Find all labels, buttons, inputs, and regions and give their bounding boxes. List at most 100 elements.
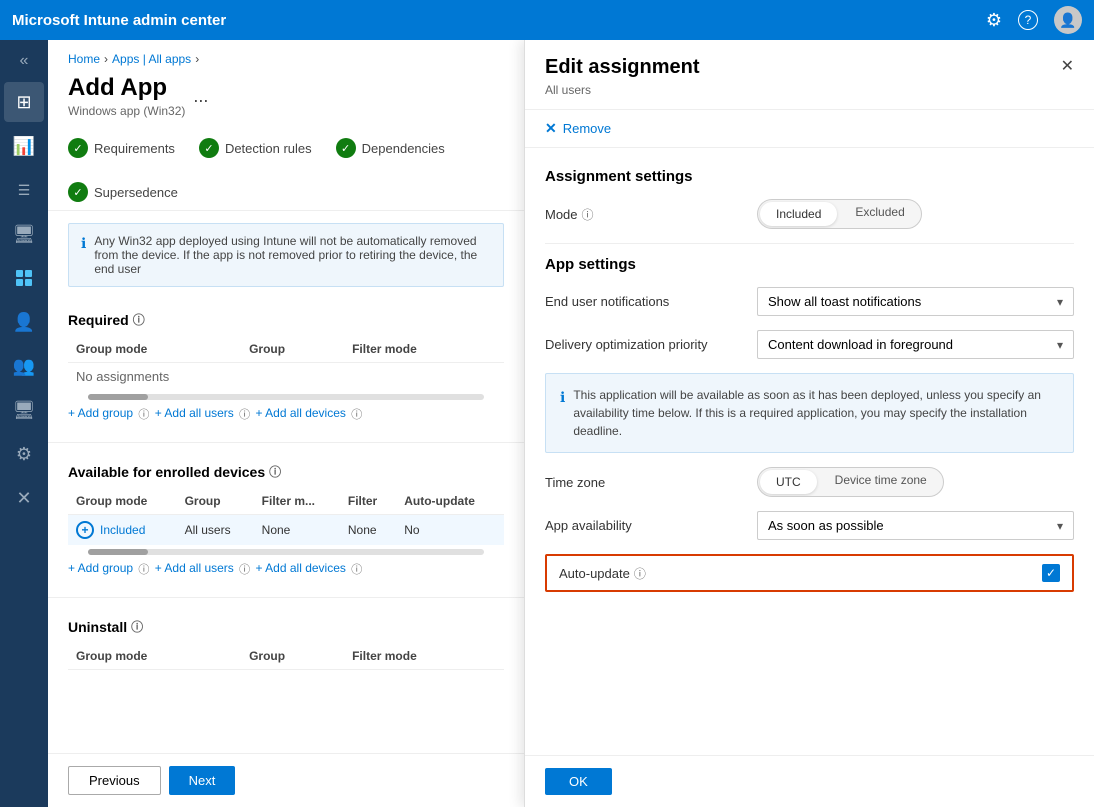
next-button[interactable]: Next: [169, 766, 236, 795]
sidebar-item-apps[interactable]: [4, 258, 44, 298]
auto-update-label: Auto-update ⓘ: [559, 565, 1030, 582]
mode-info-icon[interactable]: ⓘ: [582, 206, 594, 223]
available-add-links: + Add group ⓘ + Add all users ⓘ + Add al…: [68, 561, 504, 577]
end-user-notifications-label: End user notifications: [545, 294, 745, 309]
breadcrumb-apps[interactable]: Apps | All apps: [112, 52, 191, 66]
left-panel: Home › Apps | All apps › Add App Windows…: [48, 40, 524, 807]
separator-2: [48, 597, 524, 598]
end-user-notifications-dropdown[interactable]: Show all toast notifications ▾: [757, 287, 1074, 316]
uninstall-section: Uninstall ⓘ Group mode Group Filter mode: [48, 606, 524, 682]
required-col-filtermode: Filter mode: [344, 336, 504, 363]
app-availability-value: As soon as possible: [768, 518, 884, 533]
topbar-title: Microsoft Intune admin center: [12, 12, 978, 29]
ok-row: OK: [525, 755, 1094, 807]
info-box-text: This application will be available as so…: [573, 386, 1059, 440]
available-title: Available for enrolled devices ⓘ: [68, 463, 504, 480]
required-add-allusers[interactable]: + Add all users: [155, 406, 234, 422]
sidebar: « ⊞ 📊 ☰ 🖥 👤 👥 🖥 ⚙ ✕: [0, 40, 48, 807]
step-detection: ✓ Detection rules: [199, 138, 312, 158]
content-area: Home › Apps | All apps › Add App Windows…: [48, 40, 1094, 807]
close-button[interactable]: ✕: [1061, 56, 1074, 76]
auto-update-info-icon[interactable]: ⓘ: [634, 565, 646, 582]
app-settings-heading: App settings: [545, 256, 1074, 273]
mode-row: Mode ⓘ Included Excluded: [545, 199, 1074, 229]
page-title-row: Add App Windows app (Win32) ...: [48, 70, 524, 130]
sidebar-item-tenantadmin[interactable]: 🖥: [4, 390, 44, 430]
auto-update-label-text: Auto-update: [559, 566, 630, 581]
info-banner-text: Any Win32 app deployed using Intune will…: [94, 234, 491, 276]
required-add-info-2[interactable]: ⓘ: [239, 406, 250, 422]
avail-col-autoupdate: Auto-update: [396, 488, 504, 515]
sidebar-chevron[interactable]: «: [12, 44, 37, 78]
available-add-info-1[interactable]: ⓘ: [138, 561, 149, 577]
table-row[interactable]: + Included All users None None No: [68, 515, 504, 546]
required-add-info-1[interactable]: ⓘ: [138, 406, 149, 422]
required-info-icon[interactable]: ⓘ: [133, 311, 145, 328]
available-scroll: [88, 549, 484, 555]
delivery-optimization-row: Delivery optimization priority Content d…: [545, 330, 1074, 359]
sidebar-item-close[interactable]: ✕: [4, 478, 44, 518]
info-banner: ℹ Any Win32 app deployed using Intune wi…: [68, 223, 504, 287]
required-title-text: Required: [68, 312, 129, 328]
available-add-group[interactable]: + Add group: [68, 561, 133, 577]
ok-button[interactable]: OK: [545, 768, 612, 795]
available-add-info-2[interactable]: ⓘ: [239, 561, 250, 577]
mode-option-excluded[interactable]: Excluded: [839, 200, 920, 228]
required-add-group[interactable]: + Add group: [68, 406, 133, 422]
required-add-alldevices[interactable]: + Add all devices: [256, 406, 346, 422]
available-add-alldevices[interactable]: + Add all devices: [256, 561, 346, 577]
previous-button[interactable]: Previous: [68, 766, 161, 795]
mode-label-text: Mode: [545, 207, 578, 222]
mode-toggle-group: Included Excluded: [757, 199, 922, 229]
settings-icon[interactable]: ⚙: [986, 10, 1002, 31]
time-zone-utc[interactable]: UTC: [760, 470, 817, 494]
delivery-optimization-arrow: ▾: [1057, 338, 1063, 352]
end-user-notifications-arrow: ▾: [1057, 295, 1063, 309]
avail-row-filterm: None: [254, 515, 340, 546]
required-add-info-3[interactable]: ⓘ: [351, 406, 362, 422]
remove-x-icon: ✕: [545, 120, 557, 137]
separator-3: [545, 243, 1074, 244]
available-add-allusers[interactable]: + Add all users: [155, 561, 234, 577]
help-icon[interactable]: ?: [1018, 10, 1038, 30]
uninstall-col-filtermode: Filter mode: [344, 643, 504, 670]
sidebar-item-settings[interactable]: ⚙: [4, 434, 44, 474]
mode-option-included[interactable]: Included: [760, 202, 837, 226]
available-info-icon[interactable]: ⓘ: [269, 463, 281, 480]
available-table: Group mode Group Filter m... Filter Auto…: [68, 488, 504, 545]
app-availability-dropdown[interactable]: As soon as possible ▾: [757, 511, 1074, 540]
avail-row-filter: None: [340, 515, 396, 546]
required-col-group: Group: [241, 336, 344, 363]
avatar[interactable]: 👤: [1054, 6, 1082, 34]
sidebar-item-groups[interactable]: 👥: [4, 346, 44, 386]
right-panel: Edit assignment ✕ All users ✕ Remove Ass…: [524, 40, 1094, 807]
uninstall-info-icon[interactable]: ⓘ: [131, 618, 143, 635]
right-panel-body: Assignment settings Mode ⓘ Included Excl…: [525, 148, 1094, 755]
sidebar-item-dashboard[interactable]: ⊞: [4, 82, 44, 122]
mode-label: Mode ⓘ: [545, 206, 745, 223]
sidebar-item-devices[interactable]: 🖥: [4, 214, 44, 254]
remove-button[interactable]: ✕ Remove: [525, 110, 1094, 148]
available-add-info-3[interactable]: ⓘ: [351, 561, 362, 577]
step-supersedence: ✓ Supersedence: [68, 182, 178, 202]
step-dependencies: ✓ Dependencies: [336, 138, 445, 158]
end-user-notifications-row: End user notifications Show all toast no…: [545, 287, 1074, 316]
delivery-optimization-dropdown[interactable]: Content download in foreground ▾: [757, 330, 1074, 359]
sidebar-item-users[interactable]: 👤: [4, 302, 44, 342]
time-zone-toggle-group: UTC Device time zone: [757, 467, 944, 497]
breadcrumb-sep1: ›: [104, 52, 108, 66]
step-label-detection: Detection rules: [225, 141, 312, 156]
sidebar-item-reports[interactable]: 📊: [4, 126, 44, 166]
breadcrumb-home[interactable]: Home: [68, 52, 100, 66]
app-availability-row: App availability As soon as possible ▾: [545, 511, 1074, 540]
required-section: Required ⓘ Group mode Group Filter mode: [48, 299, 524, 434]
breadcrumb-sep2: ›: [195, 52, 199, 66]
time-zone-device[interactable]: Device time zone: [819, 468, 943, 496]
required-col-groupmode: Group mode: [68, 336, 241, 363]
right-panel-header: Edit assignment ✕ All users: [525, 40, 1094, 110]
required-title: Required ⓘ: [68, 311, 504, 328]
required-scroll: [88, 394, 484, 400]
more-options-icon[interactable]: ...: [193, 86, 208, 107]
auto-update-checkbox[interactable]: ✓: [1042, 564, 1060, 582]
sidebar-item-allservices[interactable]: ☰: [4, 170, 44, 210]
